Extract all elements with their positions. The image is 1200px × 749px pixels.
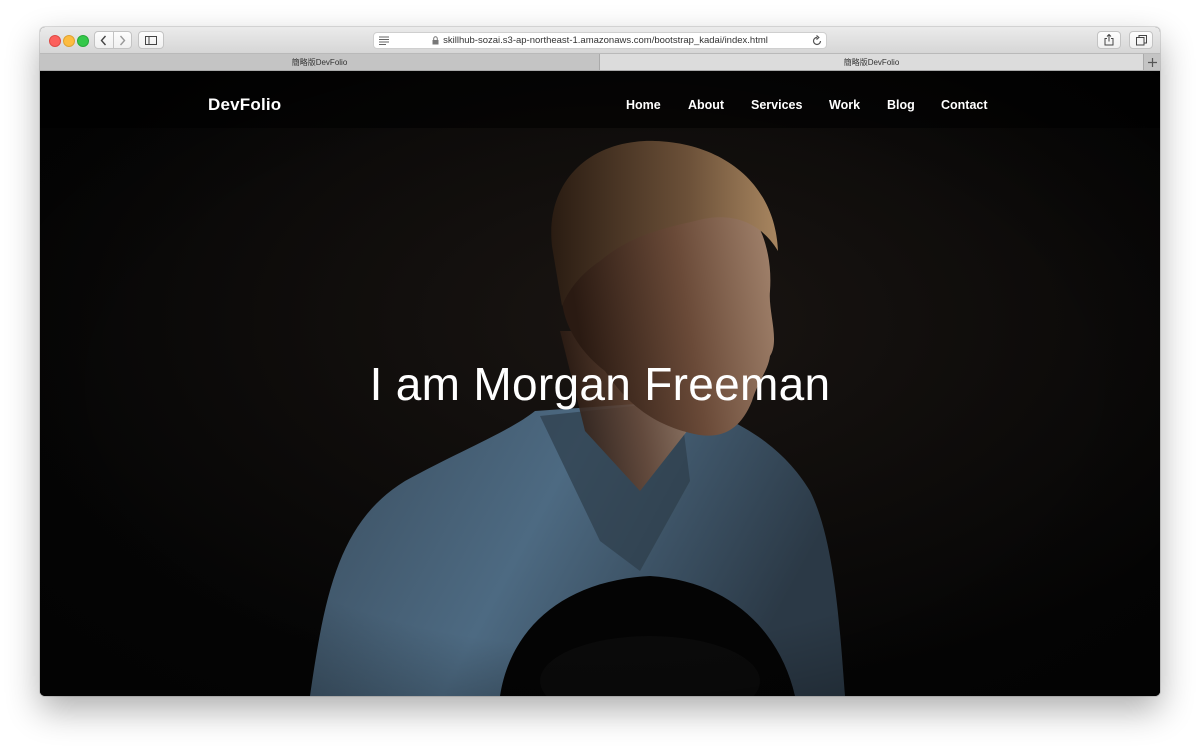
reload-icon[interactable] (811, 34, 823, 47)
browser-toolbar: skillhub-sozai.s3-ap-northeast-1.amazona… (40, 27, 1160, 54)
sidebar-button[interactable] (138, 31, 164, 49)
site-navbar: DevFolio Home About Services Work Blog C… (40, 71, 1160, 128)
nav-link-services[interactable]: Services (751, 98, 802, 112)
nav-link-blog[interactable]: Blog (887, 98, 915, 112)
lock-icon (432, 36, 439, 45)
reader-icon[interactable] (379, 36, 389, 45)
tab-title: 簡略版DevFolio (291, 57, 348, 67)
close-window-button[interactable] (49, 35, 61, 47)
site-logo[interactable]: DevFolio (208, 95, 281, 115)
tabs-overview-button[interactable] (1129, 31, 1153, 49)
nav-link-contact[interactable]: Contact (941, 98, 988, 112)
hero-title: I am Morgan Freeman (369, 358, 831, 410)
fullscreen-window-button[interactable] (77, 35, 89, 47)
back-button[interactable] (95, 32, 113, 48)
browser-window: skillhub-sozai.s3-ap-northeast-1.amazona… (40, 27, 1160, 696)
minimize-window-button[interactable] (63, 35, 75, 47)
address-bar[interactable]: skillhub-sozai.s3-ap-northeast-1.amazona… (373, 32, 827, 49)
sidebar-icon (145, 35, 157, 45)
share-button[interactable] (1097, 31, 1121, 49)
tab-1[interactable]: 簡略版DevFolio (40, 54, 600, 70)
tabs-overview-icon (1135, 34, 1147, 45)
nav-link-work[interactable]: Work (829, 98, 860, 112)
nav-link-home[interactable]: Home (626, 98, 661, 112)
tab-bar: 簡略版DevFolio 簡略版DevFolio (40, 54, 1160, 71)
url-text: skillhub-sozai.s3-ap-northeast-1.amazona… (443, 35, 768, 46)
history-navigation (94, 31, 132, 49)
web-page: DevFolio Home About Services Work Blog C… (40, 71, 1160, 696)
tab-title: 簡略版DevFolio (843, 57, 900, 67)
chevron-right-icon (119, 35, 126, 45)
chevron-left-icon (100, 35, 107, 45)
plus-icon (1147, 57, 1157, 67)
forward-button[interactable] (112, 32, 132, 48)
share-icon (1104, 34, 1114, 46)
tab-2[interactable]: 簡略版DevFolio (600, 54, 1143, 70)
new-tab-button[interactable] (1143, 54, 1160, 70)
nav-link-about[interactable]: About (688, 98, 724, 112)
